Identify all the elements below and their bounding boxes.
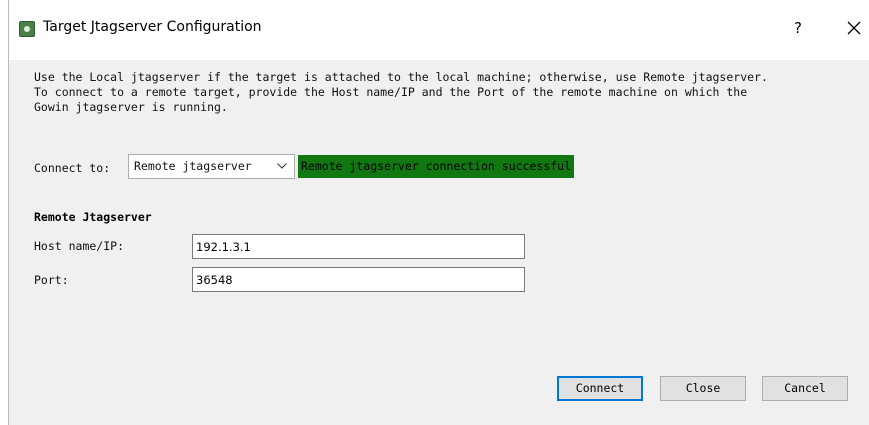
connect-button[interactable]: Connect [557, 376, 643, 401]
window-title: Target Jtagserver Configuration [43, 19, 262, 35]
close-button[interactable]: Close [660, 376, 746, 401]
port-label: Port: [34, 273, 69, 287]
app-icon [19, 21, 35, 37]
cancel-button[interactable]: Cancel [762, 376, 848, 401]
host-input[interactable] [192, 234, 525, 259]
port-input[interactable] [192, 267, 525, 292]
title-bar: Target Jtagserver Configuration ? [9, 0, 869, 60]
close-icon[interactable] [842, 16, 866, 40]
dialog-body: Use the Local jtagserver if the target i… [9, 60, 869, 425]
host-label: Host name/IP: [34, 239, 125, 253]
description-text: Use the Local jtagserver if the target i… [34, 70, 768, 114]
connect-to-label: Connect to: [34, 161, 111, 175]
chevron-down-icon [277, 163, 287, 169]
config-dialog: Target Jtagserver Configuration ? Use th… [8, 0, 869, 425]
help-button[interactable]: ? [788, 16, 808, 40]
connect-to-selected: Remote jtagserver [134, 159, 252, 173]
connect-to-select[interactable]: Remote jtagserver [128, 154, 295, 179]
remote-section-title: Remote Jtagserver [34, 210, 152, 224]
connection-status-badge: Remote jtagserver connection successful [298, 155, 575, 178]
